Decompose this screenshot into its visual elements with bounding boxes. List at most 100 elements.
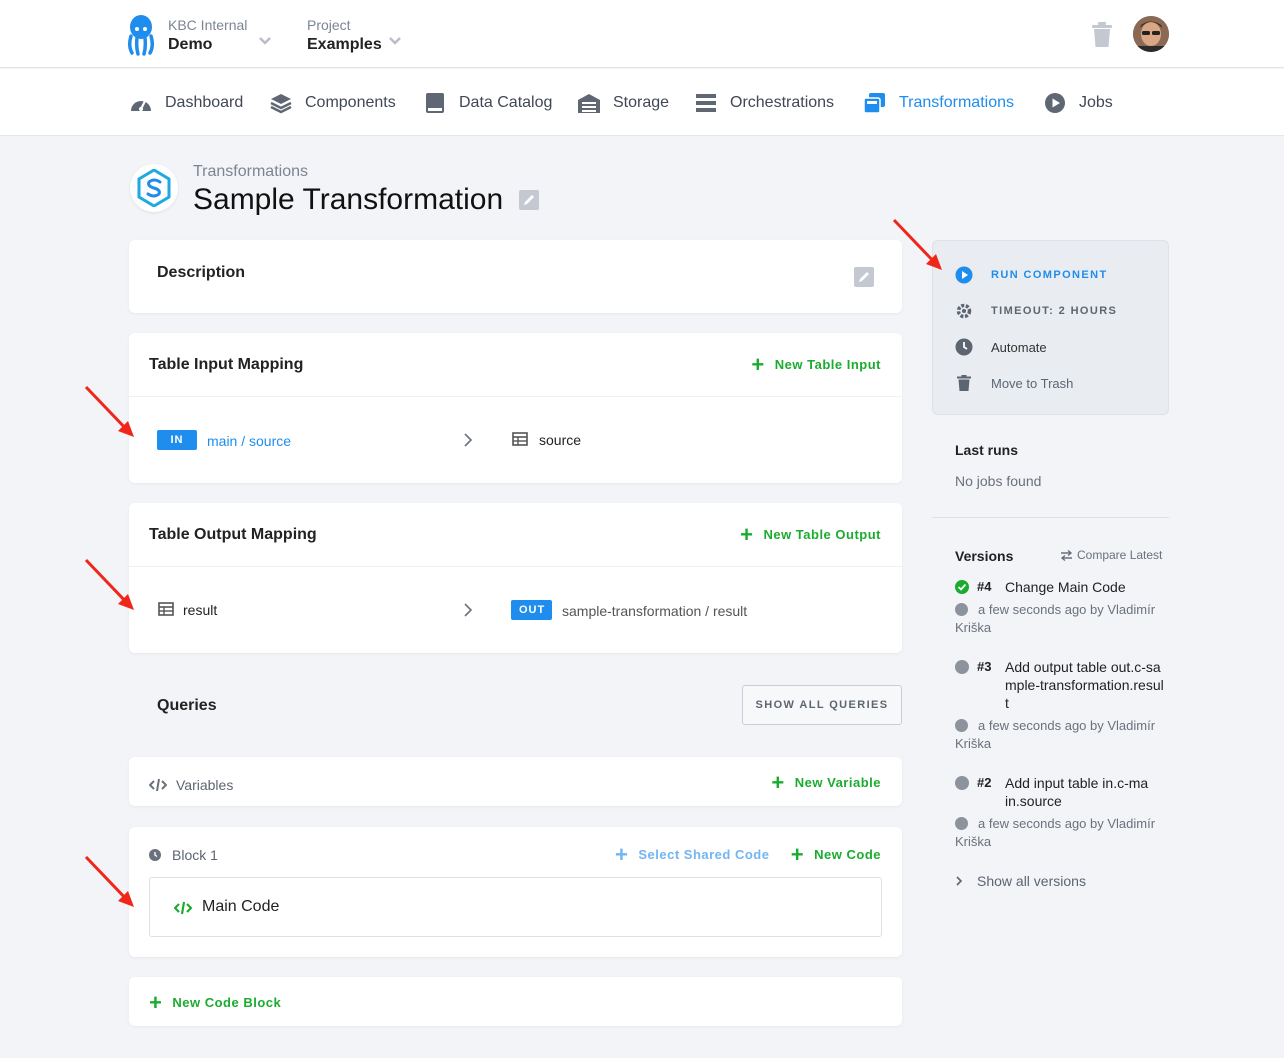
nav-jobs[interactable]: Jobs — [1043, 91, 1113, 115]
play-circle-icon — [955, 266, 973, 284]
clock-icon — [149, 849, 161, 861]
show-all-queries-button[interactable]: SHOW ALL QUERIES — [742, 685, 902, 725]
breadcrumb[interactable]: Transformations — [193, 163, 308, 181]
chevron-right-icon — [464, 433, 473, 447]
project-switcher[interactable]: Project Examples — [307, 17, 382, 55]
input-source-link[interactable]: main / source — [207, 433, 291, 449]
version-title[interactable]: Add input table in.c-main.source — [1005, 774, 1150, 810]
automate-link[interactable]: Automate — [955, 338, 1047, 356]
variables-label: Variables — [176, 777, 234, 793]
nav-orchestrations[interactable]: Orchestrations — [694, 91, 834, 115]
page-title: Sample Transformation — [193, 183, 504, 216]
nav-label: Dashboard — [165, 94, 244, 111]
main-nav: Dashboard Components Data Catalog Storag… — [0, 69, 1284, 136]
queries-title: Queries — [157, 697, 217, 714]
block-label: Block 1 — [172, 847, 218, 863]
clock-icon — [955, 817, 968, 830]
version-number: #4 — [977, 579, 992, 594]
edit-icon[interactable] — [519, 190, 539, 210]
input-destination: source — [539, 432, 582, 448]
chevron-right-icon — [464, 603, 473, 617]
code-item-main[interactable]: Main Code — [149, 877, 882, 937]
plus-icon: + — [771, 769, 785, 795]
version-title[interactable]: Add output table out.c-sample-transforma… — [1005, 658, 1165, 712]
new-code-label: New Code — [814, 847, 881, 862]
keboola-logo-icon[interactable] — [126, 14, 156, 56]
description-title: Description — [157, 264, 246, 281]
output-badge: OUT — [511, 600, 552, 620]
code-name: Main Code — [202, 898, 280, 915]
timeout-setting[interactable]: TIMEOUT: 2 HOURS — [955, 302, 1117, 320]
version-title[interactable]: Change Main Code — [1005, 578, 1170, 596]
version-meta: a few seconds ago by Vladimír Kriška — [955, 602, 1156, 635]
run-component-button[interactable]: RUN COMPONENT — [955, 266, 1108, 284]
output-destination-link[interactable]: sample-transformation / result — [562, 603, 747, 619]
output-mapping-card: Table Output Mapping + New Table Output … — [129, 503, 902, 653]
trash-icon[interactable] — [1090, 22, 1114, 48]
move-to-trash-label: Move to Trash — [991, 375, 1074, 391]
new-table-output-label: New Table Output — [763, 527, 881, 542]
new-table-input-button[interactable]: + New Table Input — [751, 353, 881, 375]
plus-icon: + — [615, 841, 629, 867]
last-runs-empty: No jobs found — [955, 473, 1042, 489]
nav-label: Data Catalog — [459, 94, 553, 111]
code-block-card: Block 1 + Select Shared Code + New Code … — [129, 827, 902, 957]
project-label: Project — [307, 17, 351, 33]
plus-icon: + — [740, 521, 754, 547]
variables-card[interactable]: Variables + New Variable — [129, 757, 902, 806]
chevron-down-icon[interactable] — [388, 36, 402, 46]
user-avatar[interactable] — [1133, 16, 1169, 52]
trash-icon — [955, 374, 973, 392]
versions-title: Versions — [955, 548, 1014, 564]
code-icon — [174, 901, 192, 915]
nav-transformations[interactable]: Transformations — [863, 91, 1014, 115]
project-name: Examples — [307, 36, 382, 53]
version-number: #2 — [977, 775, 992, 790]
card-header: Table Input Mapping + New Table Input — [129, 333, 902, 397]
show-all-versions-link[interactable]: Show all versions — [955, 873, 1086, 889]
run-component-label: RUN COMPONENT — [991, 269, 1108, 281]
edit-icon[interactable] — [854, 267, 874, 287]
transformation-app-icon — [130, 164, 178, 212]
new-code-button[interactable]: + New Code — [790, 841, 881, 867]
nav-components[interactable]: Components — [269, 91, 396, 115]
last-runs-title: Last runs — [955, 442, 1019, 458]
chevron-down-icon[interactable] — [258, 36, 272, 46]
move-to-trash-link[interactable]: Move to Trash — [955, 374, 1073, 392]
version-number: #3 — [977, 659, 992, 674]
transformations-icon — [863, 92, 887, 114]
nav-data-catalog[interactable]: Data Catalog — [423, 91, 552, 115]
nav-label: Storage — [613, 94, 670, 111]
org-label: KBC Internal — [168, 17, 248, 33]
select-shared-code-button[interactable]: + Select Shared Code — [615, 841, 769, 867]
show-all-versions-label: Show all versions — [977, 873, 1086, 889]
new-code-block-button[interactable]: + New Code Block — [149, 991, 281, 1013]
nav-label: Jobs — [1079, 94, 1113, 111]
org-switcher[interactable]: KBC Internal Demo — [168, 17, 247, 55]
nav-storage[interactable]: Storage — [577, 91, 669, 115]
nav-label: Transformations — [899, 94, 1014, 111]
top-bar: KBC Internal Demo Project Examples — [0, 0, 1284, 68]
new-table-output-button[interactable]: + New Table Output — [740, 521, 881, 547]
swap-icon — [1060, 549, 1073, 561]
new-variable-button[interactable]: + New Variable — [771, 769, 881, 795]
new-code-block-card[interactable]: + New Code Block — [129, 977, 902, 1026]
org-name: Demo — [168, 36, 213, 53]
plus-icon: + — [790, 841, 805, 867]
book-icon — [423, 92, 447, 114]
input-mapping-title: Table Input Mapping — [149, 356, 304, 373]
bars-icon — [694, 92, 718, 114]
nav-dashboard[interactable]: Dashboard — [129, 91, 243, 115]
status-dot — [955, 660, 969, 674]
clock-icon — [955, 719, 968, 732]
table-icon — [158, 602, 174, 616]
card-header: Table Output Mapping + New Table Output — [129, 503, 902, 567]
code-icon — [149, 778, 167, 792]
version-meta: a few seconds ago by Vladimír Kriška — [955, 816, 1156, 849]
layers-icon — [269, 92, 293, 114]
output-source: result — [183, 602, 218, 618]
compare-latest-link[interactable]: Compare Latest — [1060, 548, 1162, 562]
description-card: Description — [129, 240, 902, 313]
dashboard-icon — [129, 92, 153, 114]
new-variable-label: New Variable — [794, 775, 881, 790]
